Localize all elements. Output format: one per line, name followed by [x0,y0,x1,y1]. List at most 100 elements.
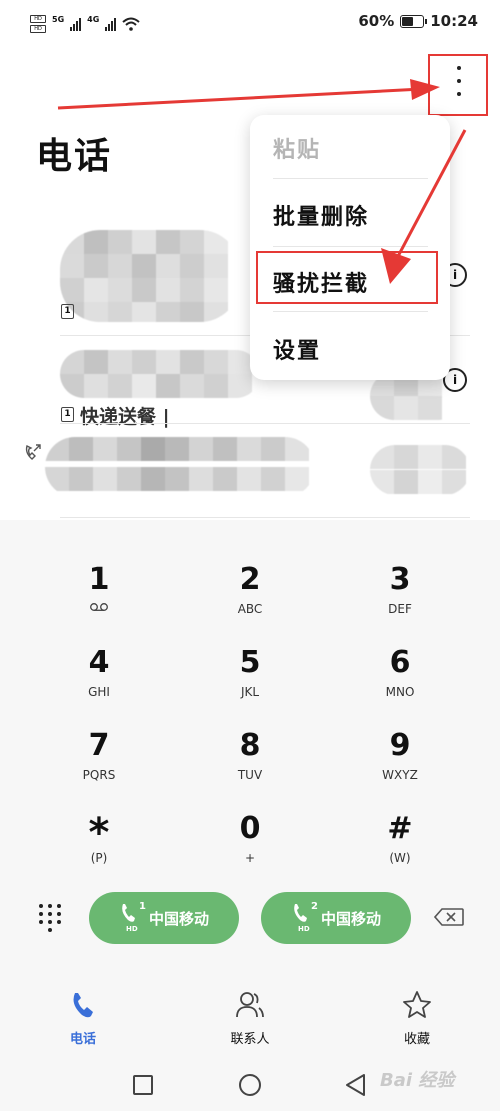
dial-key-2[interactable]: 2 ABC [190,563,310,643]
key-letters: GHI [88,685,110,699]
dial-key-4[interactable]: 4 GHI [39,646,159,726]
call-sim2-button[interactable]: 2 HD 中国移动 [261,892,411,944]
menu-item-paste[interactable]: 粘贴 [273,132,321,164]
backspace-icon[interactable] [434,908,464,926]
key-letters: (W) [389,851,411,865]
dial-key-7[interactable]: 7 PQRS [39,729,159,809]
call-detail-text: 快递送餐 | [80,406,170,428]
phone-icon [294,904,307,922]
home-icon[interactable] [238,1073,262,1097]
clock: 10:24 [430,12,478,30]
wifi-icon [122,17,140,31]
call-action-row: 1 HD 中国移动 2 HD 中国移动 [0,892,500,944]
battery-percent: 60% [358,12,395,30]
menu-item-settings[interactable]: 设置 [273,333,321,365]
sim-badge: 1 [61,304,74,319]
dialpad-toggle-icon[interactable] [39,904,63,934]
carrier-label: 中国移动 [321,910,382,928]
menu-divider [273,246,428,247]
dial-key-0[interactable]: 0 + [190,812,310,892]
status-right: 60% 10:24 [358,12,478,30]
sim-number: 2 [311,901,318,912]
dial-key-6[interactable]: 6 MNO [340,646,460,726]
tab-contacts[interactable]: 联系人 [210,990,290,1047]
menu-item-batch-delete[interactable]: 批量删除 [273,199,369,231]
key-letters: MNO [385,685,415,699]
key-letters: JKL [240,685,260,699]
tab-label: 收藏 [403,1032,430,1047]
key-letters: + [244,851,256,865]
key-digit: 3 [389,562,411,597]
key-digit: 6 [389,645,411,680]
outgoing-call-icon [25,444,41,460]
phone-icon [73,993,93,1018]
tab-label: 电话 [69,1032,96,1047]
blurred-content [45,437,315,497]
contacts-icon [236,992,264,1018]
phone-icon [122,904,135,922]
more-dot [457,79,461,83]
menu-divider [273,311,428,312]
key-digit: * [88,810,110,856]
network2-label: 4G [87,14,100,24]
sim-number: 1 [139,901,146,912]
key-digit: # [387,811,413,846]
sim-badge: 1 [61,407,74,422]
key-digit: 9 [389,728,411,763]
call-sim1-button[interactable]: 1 HD 中国移动 [89,892,239,944]
more-dot [457,66,461,70]
dial-key-9[interactable]: 9 WXYZ [340,729,460,809]
key-letters: TUV [237,768,263,782]
watermark: Bai 经验 [380,1070,455,1091]
voicemail-icon [90,603,108,611]
dial-key-star[interactable]: * (P) [39,812,159,892]
key-letters: DEF [388,602,412,616]
hd1-tag: HD [30,15,46,23]
network1-label: 5G [52,14,65,24]
recents-icon[interactable] [132,1074,154,1096]
back-icon[interactable] [344,1073,368,1097]
row-divider [60,423,470,424]
carrier-label: 中国移动 [149,910,210,928]
blurred-content [60,350,260,398]
blurred-content [370,445,470,495]
hd-label: HD [298,925,310,933]
signal2-icon [105,17,117,31]
tab-favorites[interactable]: 收藏 [377,990,457,1047]
signal1-icon [70,17,82,31]
key-letters: (P) [90,851,108,865]
tab-phone[interactable]: 电话 [43,990,123,1047]
status-bar: HD HD 5G 4G 60% 10:24 [0,0,500,48]
key-letters: ABC [237,602,263,616]
key-digit: 7 [88,728,110,763]
battery-icon [400,14,428,28]
key-letters: PQRS [82,768,116,782]
hd-tags: HD HD [30,15,46,33]
key-digit: 4 [88,645,110,680]
key-digit: 8 [239,728,261,763]
dial-key-1[interactable]: 1 [39,563,159,643]
more-dot [457,92,461,96]
dial-key-3[interactable]: 3 DEF [340,563,460,643]
hd-label: HD [126,925,138,933]
dial-key-5[interactable]: 5 JKL [190,646,310,726]
call-log-row[interactable] [45,437,470,527]
hd2-tag: HD [30,25,46,33]
star-icon [403,991,431,1018]
signal-area: HD HD 5G 4G [30,13,140,35]
more-options-button[interactable] [428,54,488,116]
dial-key-hash[interactable]: # (W) [340,812,460,892]
key-digit: 2 [239,562,261,597]
overflow-menu: 粘贴 批量删除 骚扰拦截 设置 [250,115,450,380]
battery-fill [402,16,414,26]
blurred-content [60,230,240,322]
key-digit: 5 [239,645,261,680]
key-letters: WXYZ [382,768,418,782]
key-digit: 1 [88,562,110,597]
menu-divider [273,178,428,179]
key-digit: 0 [239,811,261,846]
dial-key-8[interactable]: 8 TUV [190,729,310,809]
bottom-navigation: 电话 联系人 收藏 [0,990,500,1050]
highlight-box [256,251,438,304]
page-title: 电话 [36,136,113,177]
